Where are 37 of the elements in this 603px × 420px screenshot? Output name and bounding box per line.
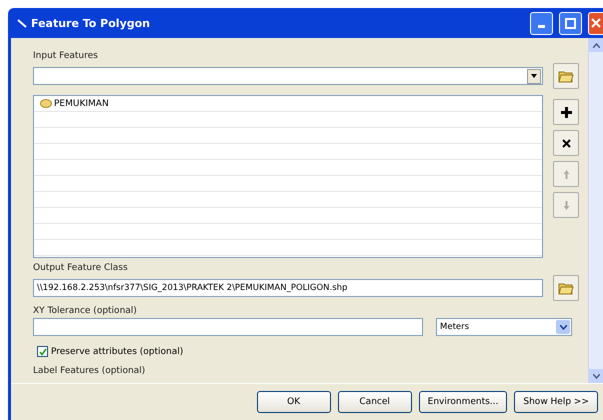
dialog-button[interactable]: Show Help >> (514, 391, 598, 413)
checkbox-label: Preserve attributes (optional) (51, 346, 184, 356)
browse-button[interactable] (553, 275, 579, 301)
chevron-up-icon (592, 42, 600, 48)
xy-tolerance-field[interactable] (33, 318, 423, 336)
folder-icon (558, 281, 574, 295)
maximize-button[interactable] (559, 12, 582, 34)
minimize-icon (538, 24, 545, 28)
minimize-button[interactable] (530, 12, 553, 34)
unit-dropdown[interactable]: Meters (436, 318, 572, 336)
dialog-button[interactable]: OK (256, 391, 331, 413)
close-icon (591, 18, 601, 28)
output-path-field[interactable]: \\192.168.2.253\nfsr377\SIG_2013\PRAKTEK 2\PEMUKIMAN_POLIGON.shp (33, 279, 543, 297)
folder-icon (558, 69, 574, 83)
maximize-icon (565, 18, 576, 28)
chevron-down-icon (560, 324, 566, 330)
close-button[interactable] (588, 12, 603, 34)
plus-button[interactable] (553, 99, 579, 125)
layer-icon (40, 99, 52, 108)
browse-button[interactable] (553, 63, 579, 89)
chevron-down-icon (592, 374, 600, 378)
scrollbar[interactable] (588, 38, 603, 383)
plus-icon (560, 106, 572, 118)
field-label: Label Features (optional) (33, 366, 146, 376)
window-title: Feature To Polygon (31, 16, 152, 30)
dialog-button[interactable]: Environments... (418, 391, 508, 413)
dialog-button[interactable]: Cancel (338, 391, 412, 413)
cross-icon (560, 136, 572, 150)
field-label: Input Features (33, 51, 99, 61)
field-label: Output Feature Class (33, 263, 129, 273)
checkbox[interactable] (37, 346, 48, 357)
caret-icon (531, 74, 537, 78)
tool-icon (17, 18, 27, 28)
input-features-combo[interactable] (33, 67, 543, 85)
cross-button[interactable] (553, 130, 579, 156)
field-label: XY Tolerance (optional) (33, 306, 138, 316)
check-icon (38, 348, 46, 356)
